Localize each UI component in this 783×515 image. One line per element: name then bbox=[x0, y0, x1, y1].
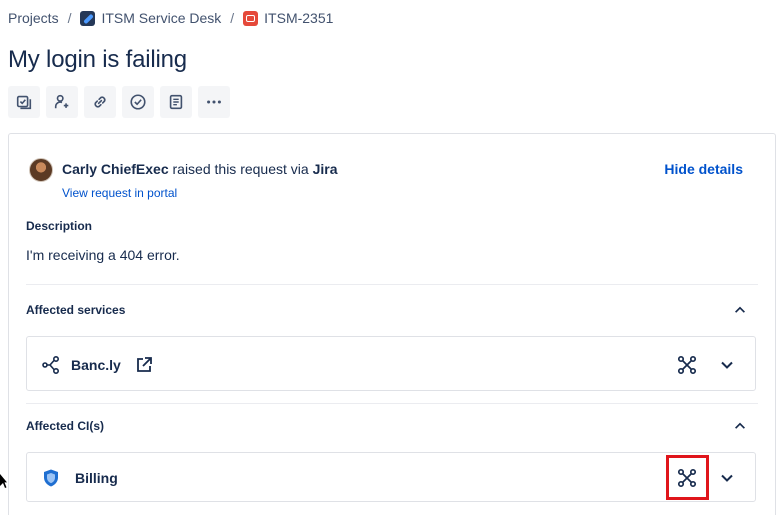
hide-details-link[interactable]: Hide details bbox=[664, 161, 743, 177]
breadcrumb-projects[interactable]: Projects bbox=[8, 10, 59, 26]
relationship-graph-icon[interactable] bbox=[677, 468, 697, 488]
service-name[interactable]: Banc.ly bbox=[71, 357, 121, 373]
service-graph-icon bbox=[42, 355, 60, 375]
divider bbox=[26, 284, 758, 285]
breadcrumb-project[interactable]: ITSM Service Desk bbox=[80, 10, 221, 26]
approve-button[interactable] bbox=[122, 86, 154, 118]
chevron-up-icon[interactable] bbox=[733, 419, 747, 433]
more-icon bbox=[207, 100, 221, 104]
shield-icon bbox=[44, 469, 58, 487]
view-portal-link[interactable]: View request in portal bbox=[62, 186, 177, 200]
description-text: I'm receiving a 404 error. bbox=[26, 247, 180, 263]
ci-name[interactable]: Billing bbox=[75, 470, 118, 486]
affected-cis-label: Affected CI(s) bbox=[26, 419, 105, 433]
divider bbox=[26, 403, 758, 404]
more-actions-button[interactable] bbox=[198, 86, 230, 118]
raised-via-text: raised this request via bbox=[168, 161, 313, 177]
service-item-bancly[interactable]: Banc.ly bbox=[26, 336, 756, 391]
link-icon bbox=[94, 96, 106, 108]
request-details-card: Carly ChiefExec raised this request via … bbox=[8, 133, 776, 515]
description-label: Description bbox=[26, 219, 93, 233]
external-link-icon[interactable] bbox=[135, 356, 153, 374]
assign-user-icon bbox=[54, 94, 69, 109]
document-icon bbox=[169, 94, 183, 110]
chevron-up-icon[interactable] bbox=[733, 303, 747, 317]
checklist-icon bbox=[16, 95, 32, 110]
chevron-down-icon[interactable] bbox=[719, 357, 735, 373]
chevron-down-icon[interactable] bbox=[719, 470, 735, 486]
page-title: My login is failing bbox=[8, 46, 187, 73]
affected-services-label: Affected services bbox=[26, 303, 126, 317]
breadcrumb-issue-key: ITSM-2351 bbox=[264, 10, 334, 26]
breadcrumb-separator: / bbox=[230, 10, 235, 26]
issue-toolbar bbox=[8, 86, 230, 118]
breadcrumb-project-label: ITSM Service Desk bbox=[101, 10, 222, 26]
ci-item-billing[interactable]: Billing bbox=[26, 452, 756, 502]
document-button[interactable] bbox=[160, 86, 192, 118]
breadcrumb: Projects / ITSM Service Desk / ITSM-2351 bbox=[8, 10, 333, 26]
mouse-cursor-icon bbox=[0, 474, 7, 488]
checklist-button[interactable] bbox=[8, 86, 40, 118]
link-button[interactable] bbox=[84, 86, 116, 118]
assign-user-button[interactable] bbox=[46, 86, 78, 118]
project-avatar-icon bbox=[80, 10, 96, 26]
issue-type-icon bbox=[243, 10, 259, 26]
channel-name: Jira bbox=[312, 161, 338, 177]
relationship-graph-icon[interactable] bbox=[677, 355, 697, 375]
raised-by-text: Carly ChiefExec raised this request via … bbox=[62, 161, 338, 177]
check-circle-icon bbox=[130, 94, 146, 110]
breadcrumb-issue[interactable]: ITSM-2351 bbox=[243, 10, 333, 26]
breadcrumb-separator: / bbox=[67, 10, 72, 26]
avatar bbox=[29, 158, 53, 182]
reporter-name[interactable]: Carly ChiefExec bbox=[62, 161, 169, 177]
